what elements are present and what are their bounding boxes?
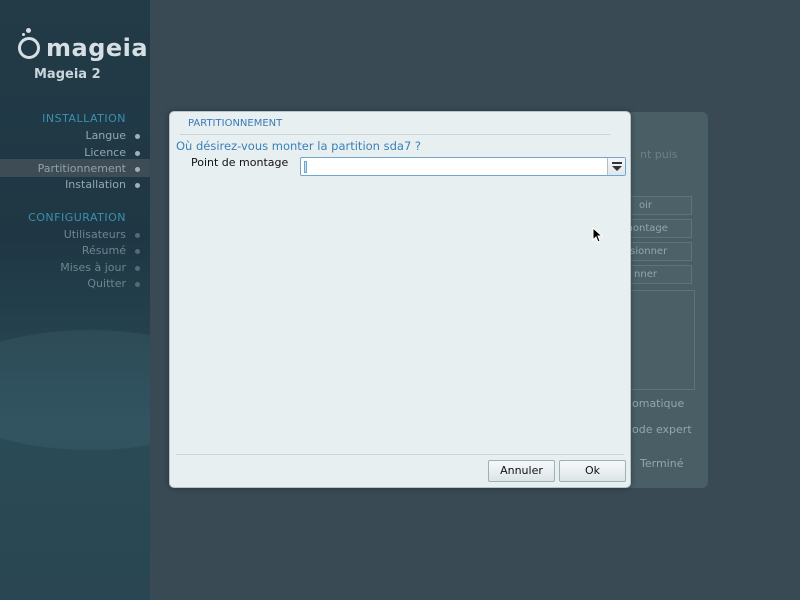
dialog-question: Où désirez-vous monter la partition sda7…	[176, 139, 422, 153]
background-auto-text: omatique	[632, 397, 685, 410]
mageia-logo-icon	[18, 28, 40, 59]
mount-point-dialog: PARTITIONNEMENT Où désirez-vous monter l…	[169, 111, 631, 488]
mount-point-input[interactable]	[301, 158, 607, 175]
step-dot-icon	[135, 249, 140, 254]
text-caret	[304, 161, 307, 173]
step-label: Licence	[84, 146, 126, 159]
mageia-logo: mageia	[18, 28, 149, 62]
step-label: Langue	[85, 129, 126, 142]
section-configuration: CONFIGURATION	[28, 211, 126, 224]
step-dot-icon	[135, 151, 140, 156]
title-divider	[180, 134, 610, 135]
step-dot-icon	[135, 233, 140, 238]
section-installation: INSTALLATION	[42, 112, 126, 125]
step-dot-icon	[135, 183, 140, 188]
sidebar-step-langue: Langue	[85, 129, 140, 142]
step-label: Quitter	[87, 277, 126, 290]
mouse-pointer-icon	[592, 227, 604, 243]
chevron-down-icon	[611, 162, 622, 171]
sidebar-step-mises-a-jour: Mises à jour	[60, 261, 140, 274]
step-label: Partitionnement	[37, 162, 126, 175]
dialog-divider	[176, 454, 624, 455]
step-dot-icon	[135, 282, 140, 287]
step-label: Utilisateurs	[63, 228, 126, 241]
sidebar-step-partitionnement: Partitionnement	[37, 162, 140, 175]
mount-point-label: Point de montage	[191, 156, 289, 169]
cancel-button[interactable]: Annuler	[488, 460, 555, 482]
step-dot-icon	[135, 266, 140, 271]
dialog-title: PARTITIONNEMENT	[188, 118, 283, 129]
step-dot-icon	[135, 134, 140, 139]
sidebar-step-resume: Résumé	[81, 244, 140, 257]
sidebar: mageia Mageia 2 INSTALLATION Langue Lice…	[0, 0, 150, 600]
sidebar-step-quitter: Quitter	[87, 277, 140, 290]
ok-button[interactable]: Ok	[559, 460, 626, 482]
step-label: Installation	[65, 178, 126, 191]
sidebar-step-utilisateurs: Utilisateurs	[63, 228, 140, 241]
step-dot-icon	[135, 167, 140, 172]
sidebar-step-licence: Licence	[84, 146, 140, 159]
background-hint-text: nt puis	[640, 148, 678, 161]
step-label: Mises à jour	[60, 261, 126, 274]
step-label: Résumé	[81, 244, 126, 257]
background-expert-text: ode expert	[632, 423, 692, 436]
mount-point-combobox[interactable]	[300, 157, 626, 176]
background-done-text: Terminé	[640, 457, 684, 470]
version-label: Mageia 2	[34, 67, 101, 82]
combobox-dropdown-button[interactable]	[607, 158, 625, 175]
sidebar-step-installation: Installation	[65, 178, 140, 191]
brand-name: mageia	[46, 34, 149, 62]
